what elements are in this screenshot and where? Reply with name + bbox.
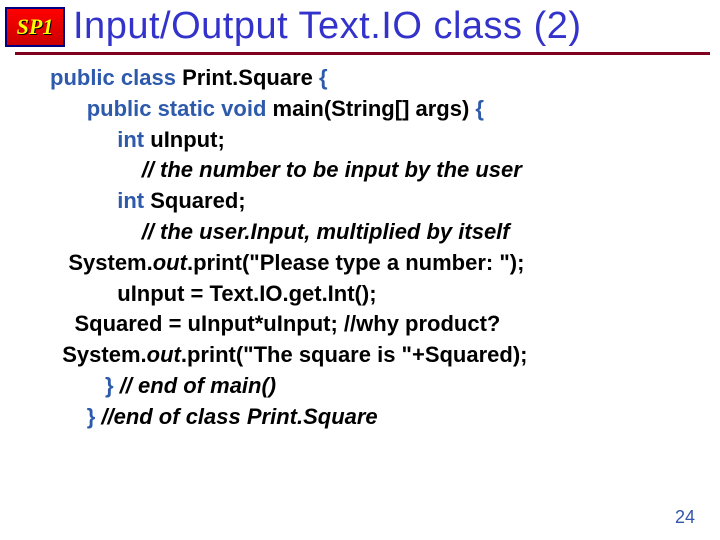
code-line: } // end of main(): [50, 371, 700, 402]
keyword: int: [117, 127, 144, 152]
code-line: public class Print.Square {: [50, 63, 700, 94]
code-text: (String[] args): [324, 96, 476, 121]
code-line: System.out.print("Please type a number: …: [50, 248, 700, 279]
brace: {: [319, 65, 328, 90]
code-text: uInput;: [144, 127, 225, 152]
page-number: 24: [675, 507, 695, 528]
code-text: main: [266, 96, 323, 121]
slide-header: SP1 Input/Output Text.IO class (2): [0, 0, 720, 48]
code-line: System.out.print("The square is "+Square…: [50, 340, 700, 371]
code-text: out: [147, 342, 181, 367]
code-line: Squared = uInput*uInput; //why product?: [50, 309, 700, 340]
code-text: Print.Square: [176, 65, 319, 90]
brace: }: [87, 404, 96, 429]
comment: // the number to be input by the user: [142, 157, 522, 182]
keyword: int: [117, 188, 144, 213]
comment: //end of class Print.Square: [95, 404, 377, 429]
code-text: print: [193, 250, 242, 275]
comment: // the user.Input, multiplied by itself: [142, 219, 510, 244]
code-text: System.: [62, 342, 146, 367]
code-line: public static void main(String[] args) {: [50, 94, 700, 125]
code-text: ("Please type a number: ");: [242, 250, 525, 275]
keyword: public static void: [87, 96, 267, 121]
code-text: uInput = Text.IO.get.Int();: [117, 281, 376, 306]
logo-badge: SP1: [5, 7, 65, 47]
code-text: out: [153, 250, 187, 275]
code-line: uInput = Text.IO.get.Int();: [50, 279, 700, 310]
code-text: Squared = uInput*uInput; //why product?: [74, 311, 500, 336]
comment: // end of main(): [114, 373, 277, 398]
brace: {: [475, 96, 484, 121]
code-text: print: [187, 342, 236, 367]
code-block: public class Print.Square { public stati…: [0, 63, 720, 433]
code-text: ("The square is "+Squared);: [236, 342, 528, 367]
code-line: int uInput;: [50, 125, 700, 156]
keyword: public class: [50, 65, 176, 90]
code-text: Squared;: [144, 188, 245, 213]
code-line: int Squared;: [50, 186, 700, 217]
code-text: System.: [68, 250, 152, 275]
slide-title: Input/Output Text.IO class (2): [73, 5, 582, 48]
brace: }: [105, 373, 114, 398]
code-line: // the number to be input by the user: [50, 155, 700, 186]
code-line: } //end of class Print.Square: [50, 402, 700, 433]
code-line: // the user.Input, multiplied by itself: [50, 217, 700, 248]
title-divider: [15, 52, 710, 55]
